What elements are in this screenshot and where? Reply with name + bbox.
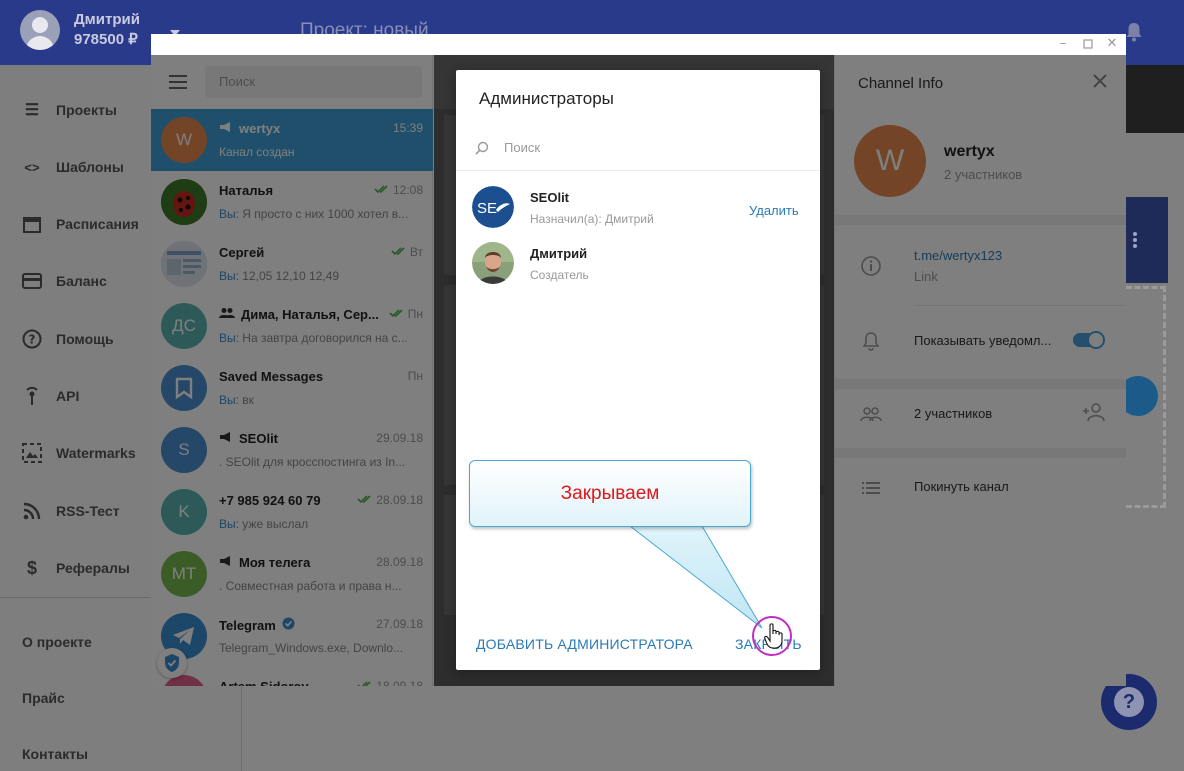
sidebar-item-schedules[interactable]: Расписания — [22, 214, 139, 234]
bell-icon[interactable] — [1125, 22, 1143, 42]
minimize-icon[interactable]: – — [1056, 37, 1070, 51]
add-admin-button[interactable]: ДОБАВИТЬ АДМИНИСТРАТОРА — [476, 636, 693, 652]
sidebar-item-label: Помощь — [56, 331, 114, 347]
sidebar-item-label: Шаблоны — [56, 159, 124, 175]
watermark-icon — [22, 443, 42, 463]
close-icon[interactable]: ✕ — [1105, 37, 1119, 51]
main-dark-panel — [1126, 65, 1184, 133]
sidebar-item-help[interactable]: ? Помощь — [22, 329, 114, 349]
maximize-icon[interactable] — [1081, 37, 1095, 51]
divider — [456, 170, 820, 171]
search-input[interactable]: Поиск — [504, 140, 540, 155]
admin-name: Дмитрий — [530, 246, 588, 261]
dollar-icon: $ — [26, 557, 37, 578]
admin-name: SEOlit — [530, 190, 570, 205]
help-icon: ? — [1114, 687, 1144, 717]
callout-bubble: Закрываем — [469, 460, 751, 527]
main-blue-panel — [1126, 197, 1168, 283]
sidebar-item-projects[interactable]: ☰ Проекты — [22, 100, 117, 120]
sidebar-item-label: Watermarks — [56, 445, 136, 461]
administrators-dialog: Администраторы Поиск SE SEOlit Назначил(… — [456, 70, 820, 670]
svg-text:SE: SE — [477, 200, 497, 217]
sidebar-item-templates[interactable]: <> Шаблоны — [22, 157, 124, 177]
avatar-icon — [20, 10, 60, 50]
user-menu[interactable]: Дмитрий 978500 ₽ — [20, 10, 140, 50]
sidebar-item-referrals[interactable]: $ Рефералы — [22, 558, 130, 578]
rss-icon — [22, 501, 42, 521]
sidebar-item-api[interactable]: API — [22, 386, 79, 406]
admin-row[interactable]: Дмитрий Создатель — [456, 234, 820, 290]
svg-text:?: ? — [29, 333, 36, 347]
footer-link-price[interactable]: Прайс — [22, 690, 65, 706]
footer-link-about[interactable]: О проекте — [22, 634, 92, 650]
list-icon: ☰ — [24, 102, 40, 119]
search-icon — [475, 141, 489, 155]
sidebar-item-label: RSS-Тест — [56, 503, 120, 519]
remove-admin-button[interactable]: Удалить — [749, 203, 799, 218]
card-icon — [22, 271, 42, 291]
more-vertical-icon[interactable] — [1132, 231, 1138, 249]
hand-cursor-icon — [764, 623, 783, 649]
sidebar-item-label: Расписания — [56, 216, 139, 232]
seolit-avatar: SE — [472, 186, 514, 228]
user-balance: 978500 ₽ — [74, 31, 138, 48]
code-icon: <> — [24, 159, 40, 175]
dmitry-avatar — [472, 242, 514, 284]
sidebar-item-label: Проекты — [56, 102, 117, 118]
dialog-title: Администраторы — [479, 89, 614, 108]
sidebar-item-rss[interactable]: RSS-Тест — [22, 501, 120, 521]
admin-row[interactable]: SE SEOlit Назначил(а): Дмитрий Удалить — [456, 178, 820, 234]
help-icon: ? — [22, 329, 42, 349]
api-icon — [22, 386, 42, 406]
admin-role: Назначил(а): Дмитрий — [530, 212, 654, 226]
sidebar-item-label: Рефералы — [56, 560, 130, 576]
footer-link-contacts[interactable]: Контакты — [22, 746, 88, 762]
admin-role: Создатель — [530, 268, 589, 282]
window-titlebar: – ✕ — [151, 34, 1126, 55]
calendar-icon — [22, 214, 42, 234]
user-name: Дмитрий — [74, 11, 140, 28]
callout-text: Закрываем — [560, 482, 660, 504]
sidebar-item-label: Баланс — [56, 273, 107, 289]
sidebar-item-watermarks[interactable]: Watermarks — [22, 443, 136, 463]
sidebar-item-label: API — [56, 388, 80, 404]
sidebar-item-balance[interactable]: Баланс — [22, 271, 107, 291]
